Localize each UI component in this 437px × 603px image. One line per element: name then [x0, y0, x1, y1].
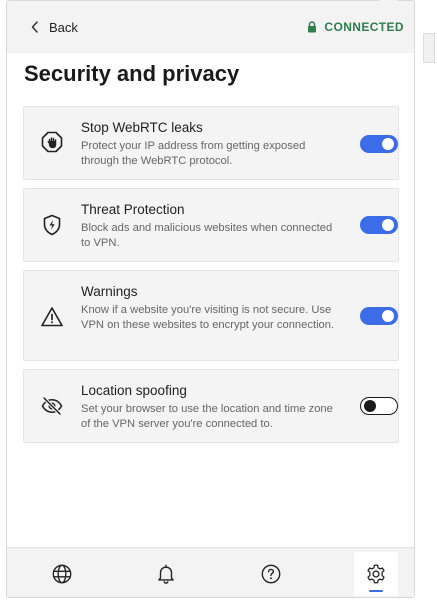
setting-description: Protect your IP address from getting exp… [81, 140, 306, 167]
setting-card-threat-protection: Threat Protection Block ads and maliciou… [23, 188, 399, 262]
setting-text: Warnings Know if a website you're visiti… [81, 284, 343, 333]
setting-title: Location spoofing [81, 383, 187, 398]
lock-icon [308, 21, 317, 33]
globe-icon [52, 564, 72, 584]
setting-text: Threat Protection Block ads and maliciou… [81, 202, 343, 251]
back-label: Back [49, 19, 78, 35]
setting-text: Stop WebRTC leaks Protect your IP addres… [81, 120, 343, 169]
bottom-nav [7, 547, 414, 597]
setting-description: Block ads and malicious websites when co… [81, 222, 333, 249]
page-title: Security and privacy [24, 61, 240, 86]
toggle-knob [364, 399, 376, 412]
connection-status: CONNECTED [307, 20, 404, 34]
eye-off-icon [41, 396, 63, 416]
nav-item-notifications[interactable] [144, 552, 188, 596]
location-spoofing-toggle[interactable] [360, 397, 398, 415]
setting-text: Location spoofing Set your browser to us… [81, 383, 343, 432]
setting-card-warnings: Warnings Know if a website you're visiti… [23, 270, 399, 361]
nav-item-help[interactable] [249, 552, 293, 596]
toggle-knob [382, 310, 394, 322]
setting-card-location-spoofing: Location spoofing Set your browser to us… [23, 369, 399, 443]
webrtc-toggle[interactable] [360, 135, 398, 153]
extension-popup: Back CONNECTED Security and privacy Stop… [6, 0, 415, 598]
threat-protection-toggle[interactable] [360, 216, 398, 234]
nav-item-settings[interactable] [354, 552, 398, 596]
warning-triangle-icon [41, 307, 63, 327]
setting-title: Warnings [81, 284, 138, 299]
chevron-left-icon [31, 21, 38, 33]
hand-stop-icon [41, 131, 63, 153]
gear-icon [367, 564, 385, 584]
status-label: CONNECTED [324, 20, 404, 34]
nav-item-globe[interactable] [40, 552, 84, 596]
back-button[interactable]: Back [31, 20, 78, 35]
header-bar: Back CONNECTED [7, 1, 414, 53]
warnings-toggle[interactable] [360, 307, 398, 325]
toggle-knob [382, 219, 394, 231]
setting-description: Know if a website you're visiting is not… [81, 304, 335, 331]
shield-bolt-icon [43, 214, 61, 236]
help-circle-icon [261, 564, 281, 584]
toggle-knob [382, 138, 394, 150]
setting-title: Threat Protection [81, 202, 185, 217]
setting-card-webrtc: Stop WebRTC leaks Protect your IP addres… [23, 106, 399, 180]
scrollbar-handle[interactable] [423, 33, 435, 63]
setting-description: Set your browser to use the location and… [81, 403, 333, 430]
setting-title: Stop WebRTC leaks [81, 120, 203, 135]
active-tab-indicator [369, 590, 383, 592]
bell-icon [158, 564, 174, 584]
